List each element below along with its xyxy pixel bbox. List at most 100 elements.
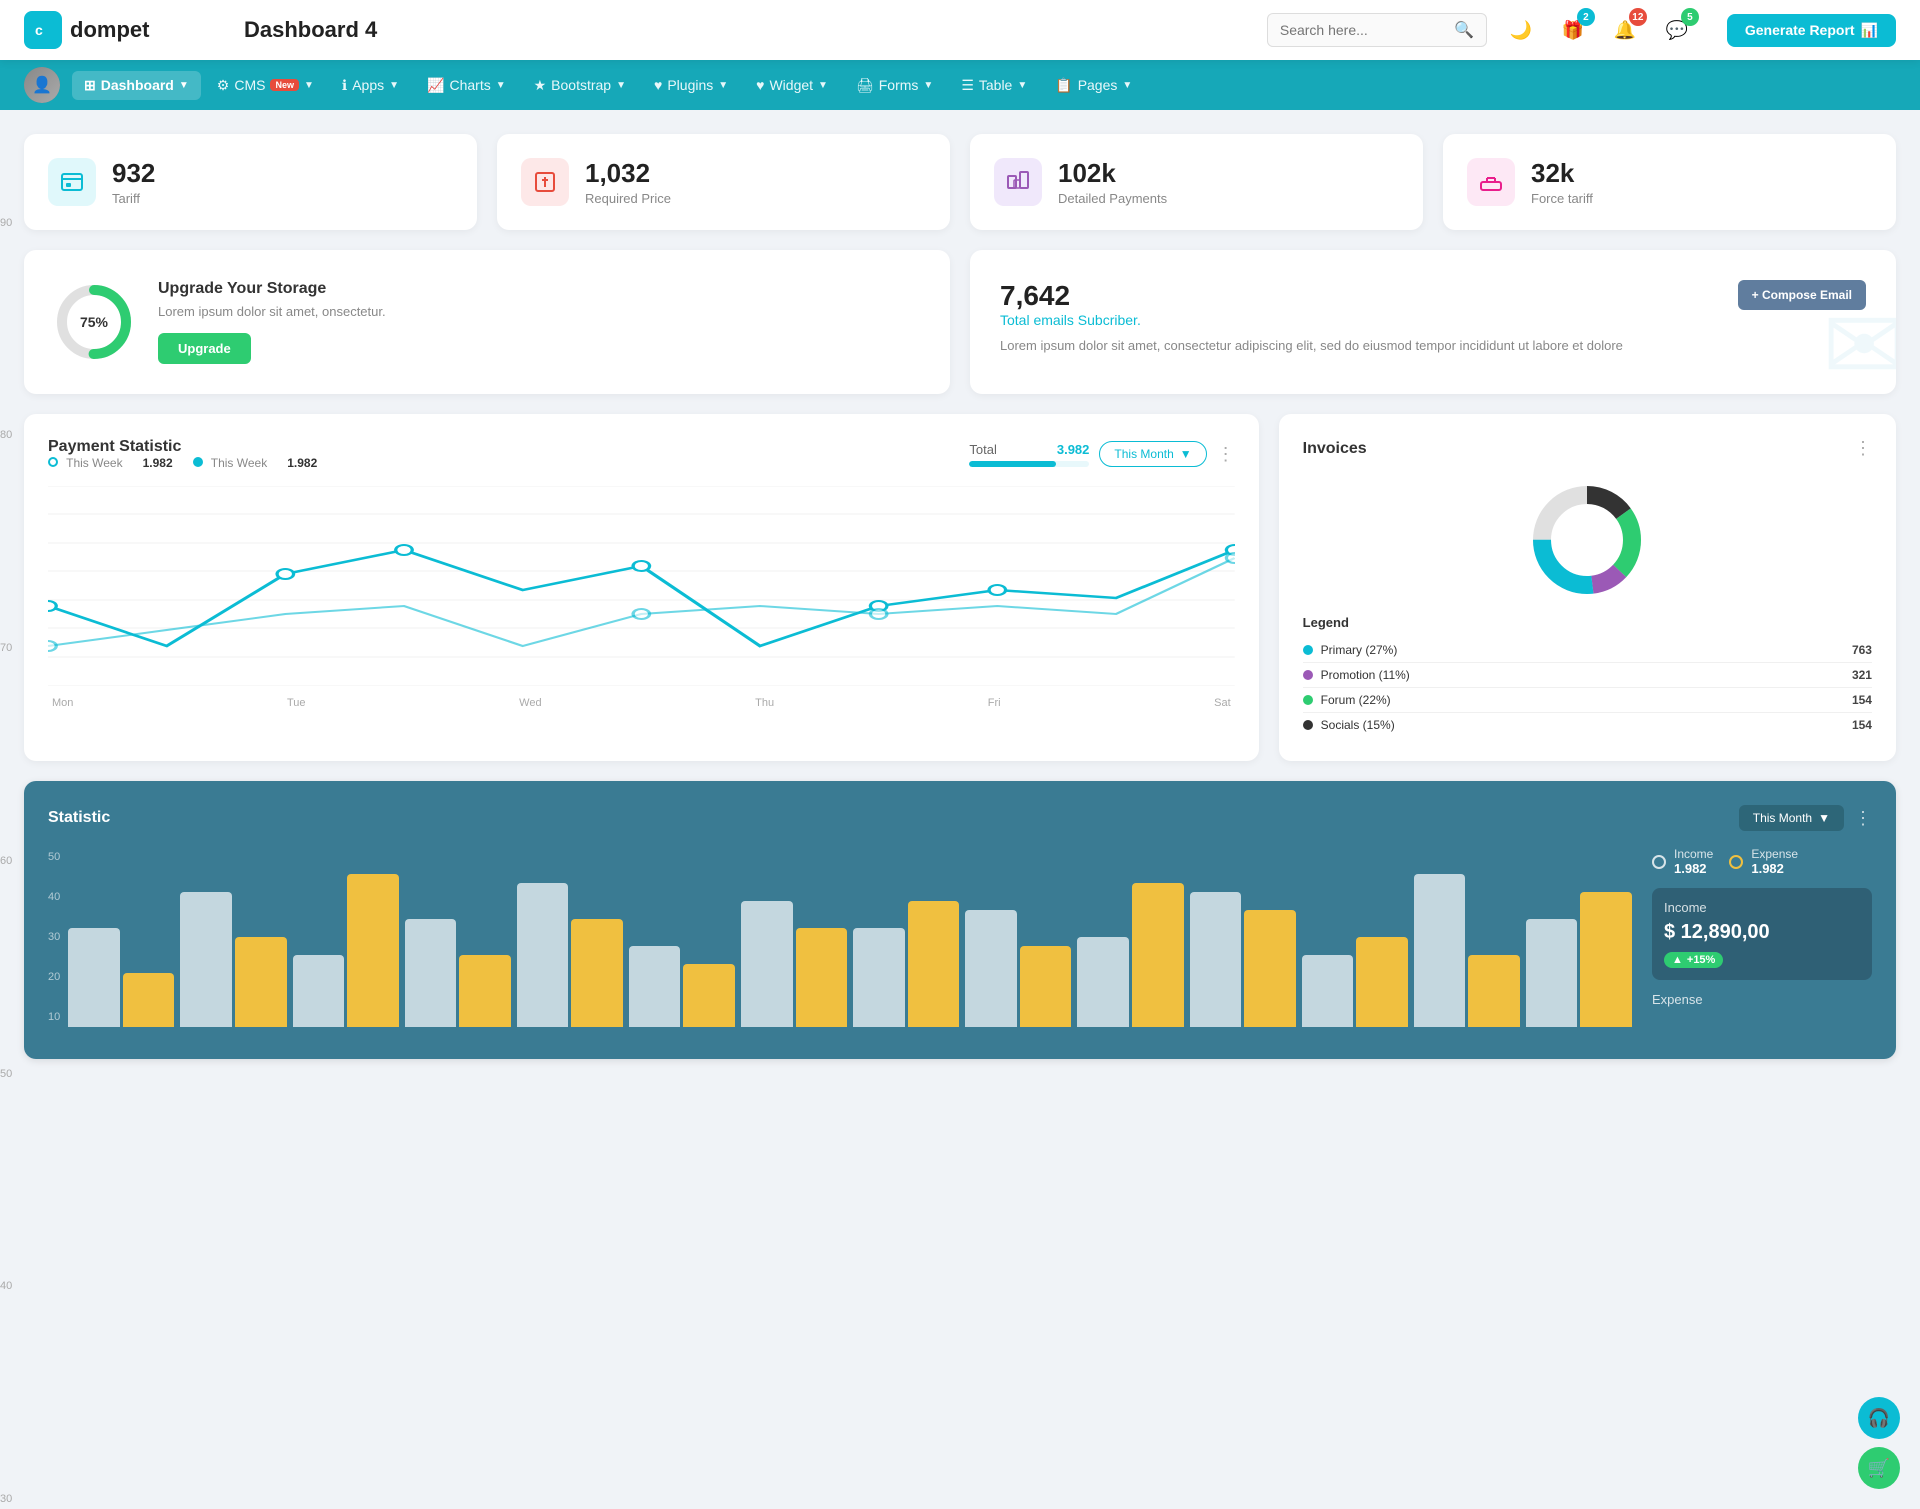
- nav-item-apps[interactable]: ℹ Apps ▼: [330, 71, 411, 100]
- invoices-more-options[interactable]: ⋮: [1854, 438, 1872, 459]
- bar-yellow-8: [908, 901, 960, 1027]
- chevron-down-icon: ▼: [818, 80, 828, 91]
- bar-group-9: [965, 910, 1071, 1027]
- nav-item-bootstrap[interactable]: ★ Bootstrap ▼: [522, 71, 638, 100]
- bar-group-5: [517, 883, 623, 1027]
- bell-badge: 12: [1629, 8, 1647, 26]
- chat-icon-btn[interactable]: 💬 5: [1659, 12, 1695, 48]
- this-month-filter[interactable]: This Month ▼: [1099, 441, 1206, 467]
- total-row: Total 3.982: [969, 442, 1089, 457]
- detailed-payments-info: 102k Detailed Payments: [1058, 158, 1167, 206]
- storage-title: Upgrade Your Storage: [158, 280, 386, 298]
- bar-yellow-1: [123, 973, 175, 1027]
- table-icon: ☰: [961, 77, 974, 94]
- expense-circle: [1729, 855, 1743, 869]
- statistic-month-filter[interactable]: This Month ▼: [1739, 805, 1844, 831]
- search-area[interactable]: 🔍: [1267, 13, 1487, 47]
- invoice-legend-forum: Forum (22%) 154: [1303, 688, 1872, 713]
- force-tariff-value: 32k: [1531, 158, 1593, 189]
- invoices-legend: Legend Primary (27%) 763 Promotion (11%)…: [1303, 615, 1872, 737]
- storage-donut: 75%: [54, 282, 134, 362]
- expense-detail-label: Expense: [1652, 992, 1872, 1007]
- statistic-controls: This Month ▼ ⋮: [1739, 805, 1872, 831]
- payment-chart-legend: This Week 1.982 This Week 1.982: [48, 456, 317, 470]
- payment-progress-fill: [969, 461, 1055, 467]
- navbar: 👤 ⊞ Dashboard ▼ ⚙ CMS New ▼ ℹ Apps ▼ 📈 C…: [0, 60, 1920, 110]
- bar-white-6: [629, 946, 681, 1027]
- generate-report-label: Generate Report: [1745, 22, 1855, 38]
- expense-toggle: Expense 1.982: [1729, 847, 1798, 876]
- nav-item-widget[interactable]: ♥ Widget ▼: [744, 71, 840, 99]
- detailed-payments-icon: [994, 158, 1042, 206]
- more-options-icon[interactable]: ⋮: [1217, 444, 1235, 465]
- email-top-row: 7,642 Total emails Subcriber. Lorem ipsu…: [1000, 280, 1866, 353]
- payment-chart-title: Payment Statistic: [48, 438, 317, 456]
- stat-card-force-tariff: 32k Force tariff: [1443, 134, 1896, 230]
- stat-card-detailed-payments: 102k Detailed Payments: [970, 134, 1423, 230]
- upgrade-button[interactable]: Upgrade: [158, 333, 251, 364]
- storage-description: Lorem ipsum dolor sit amet, onsectetur.: [158, 304, 386, 319]
- bar-yellow-10: [1132, 883, 1184, 1027]
- nav-item-cms[interactable]: ⚙ CMS New ▼: [205, 71, 326, 100]
- bar-white-13: [1414, 874, 1466, 1027]
- invoice-legend-promotion: Promotion (11%) 321: [1303, 663, 1872, 688]
- bar-yellow-5: [571, 919, 623, 1027]
- bar-yellow-7: [796, 928, 848, 1027]
- expense-value: 1.982: [1751, 861, 1798, 876]
- tariff-value: 932: [112, 158, 155, 189]
- nav-item-plugins[interactable]: ♥ Plugins ▼: [642, 71, 740, 99]
- statistic-title: Statistic: [48, 809, 110, 827]
- nav-item-forms[interactable]: 🖨 Forms ▼: [844, 71, 945, 100]
- generate-report-button[interactable]: Generate Report 📊: [1727, 14, 1896, 47]
- bell-icon-btn[interactable]: 🔔 12: [1607, 12, 1643, 48]
- stat-card-required-price: 1,032 Required Price: [497, 134, 950, 230]
- email-count: 7,642: [1000, 280, 1623, 312]
- statistic-more-options[interactable]: ⋮: [1854, 808, 1872, 829]
- moon-icon: 🌙: [1510, 20, 1532, 41]
- nav-item-dashboard[interactable]: ⊞ Dashboard ▼: [72, 71, 201, 100]
- nav-item-table[interactable]: ☰ Table ▼: [949, 71, 1039, 100]
- nav-item-charts[interactable]: 📈 Charts ▼: [415, 71, 518, 100]
- nav-item-pages[interactable]: 📋 Pages ▼: [1043, 71, 1144, 100]
- tariff-info: 932 Tariff: [112, 158, 155, 206]
- plugins-icon: ♥: [654, 77, 662, 93]
- storage-info: Upgrade Your Storage Lorem ipsum dolor s…: [158, 280, 386, 364]
- force-tariff-icon: [1467, 158, 1515, 206]
- charts-row: Payment Statistic This Week 1.982 This W…: [24, 414, 1896, 761]
- bar-y-labels: 50 40 30 20 10: [48, 847, 60, 1027]
- bar-white-12: [1302, 955, 1354, 1027]
- support-fab[interactable]: 🎧: [1858, 1397, 1900, 1439]
- payment-progress-bar: [969, 461, 1089, 467]
- expense-label: Expense: [1751, 847, 1798, 861]
- gift-icon-btn[interactable]: 🎁 2: [1555, 12, 1591, 48]
- invoices-header: Invoices ⋮: [1303, 438, 1872, 459]
- bootstrap-icon: ★: [534, 77, 547, 94]
- chevron-down-icon: ▼: [1122, 80, 1132, 91]
- gift-badge: 2: [1577, 8, 1595, 26]
- invoices-title: Invoices: [1303, 440, 1367, 458]
- chevron-down-icon: ▼: [496, 80, 506, 91]
- logo-icon: c: [24, 11, 62, 49]
- search-input[interactable]: [1280, 22, 1446, 38]
- email-stats: 7,642 Total emails Subcriber. Lorem ipsu…: [1000, 280, 1623, 353]
- search-icon: 🔍: [1454, 20, 1474, 40]
- cart-fab[interactable]: 🛒: [1858, 1447, 1900, 1489]
- bar-group-12: [1302, 937, 1408, 1027]
- bar-white-8: [853, 928, 905, 1027]
- required-price-icon: [521, 158, 569, 206]
- payment-totals: Total 3.982: [969, 442, 1089, 467]
- apps-icon: ℹ: [342, 77, 347, 94]
- statistic-header: Statistic This Month ▼ ⋮: [48, 805, 1872, 831]
- bar-white-5: [517, 883, 569, 1027]
- bar-group-7: [741, 901, 847, 1027]
- bar-group-14: [1526, 892, 1632, 1027]
- bar-chart-with-labels: 50 40 30 20 10: [48, 847, 1632, 1035]
- income-badge: ▲ +15%: [1664, 952, 1723, 968]
- dark-mode-toggle[interactable]: 🌙: [1503, 12, 1539, 48]
- page-title: Dashboard 4: [224, 17, 1267, 43]
- socials-dot: [1303, 720, 1313, 730]
- dashboard-icon: ⊞: [84, 77, 96, 94]
- promotion-label: Promotion (11%): [1321, 668, 1410, 682]
- income-detail-label: Income: [1664, 900, 1860, 915]
- chevron-down-icon: ▼: [718, 80, 728, 91]
